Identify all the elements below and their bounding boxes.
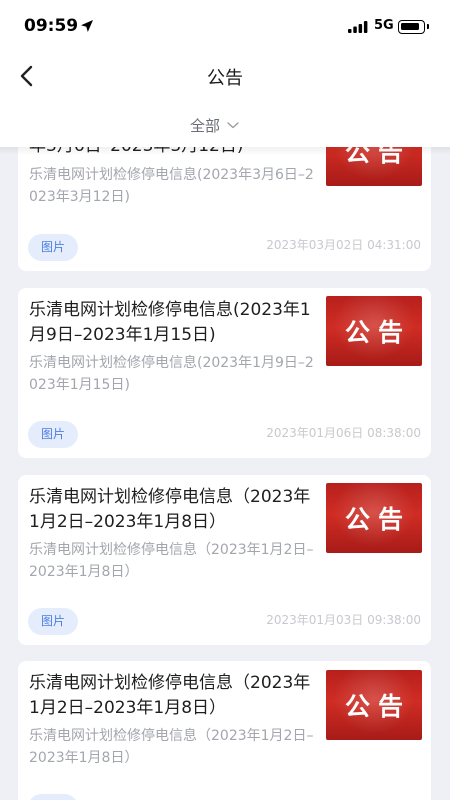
announcement-title: 乐清电网计划检修停电信息（2023年1月2日–2023年1月8日） — [29, 487, 311, 532]
network-type: 5G — [374, 18, 394, 33]
announcement-thumbnail: 公告 — [326, 670, 422, 740]
image-tag: 图片 — [28, 421, 79, 448]
announcement-thumbnail: 公告 — [326, 483, 422, 553]
announcement-description: 乐清电网计划检修停电信息（2023年1月2日–2023年1月8日） — [29, 728, 314, 766]
publish-time: 2023年01月06日 08:38:00 — [266, 426, 421, 440]
thumbnail-text: 公告 — [344, 692, 411, 721]
battery-icon — [398, 20, 429, 34]
announcement-card[interactable]: 乐清电网计划检修停电信息(2023年1月9日–2023年1月15日) 乐清电网计… — [18, 288, 431, 458]
header-shadow — [0, 147, 450, 155]
status-bar: 09:59 5G — [0, 0, 450, 55]
category-filter-dropdown[interactable]: 全部 — [190, 114, 240, 136]
announcement-description: 乐清电网计划检修停电信息(2023年1月9日–2023年1月15日) — [29, 355, 314, 393]
image-tag: 图片 — [28, 234, 79, 261]
announcement-description: 乐清电网计划检修停电信息(2023年3月6日–2023年3月12日) — [29, 167, 314, 205]
filter-label: 全部 — [190, 116, 221, 135]
page-title: 公告 — [207, 68, 243, 89]
top-bar: 09:59 5G 公告 全部 — [0, 0, 450, 147]
announcement-description: 乐清电网计划检修停电信息（2023年1月2日–2023年1月8日） — [29, 542, 314, 580]
thumbnail-text: 公告 — [344, 505, 411, 534]
announcement-card[interactable]: 乐清电网计划检修停电信息（2023年1月2日–2023年1月8日） 乐清电网计划… — [18, 475, 431, 645]
publish-time: 2023年01月03日 09:38:00 — [266, 613, 421, 627]
image-tag: 图片 — [28, 608, 79, 635]
image-tag: 图片 — [28, 794, 79, 800]
location-arrow-icon — [81, 20, 93, 32]
publish-time: 2023年03月02日 04:31:00 — [266, 238, 421, 252]
announcement-title: 乐清电网计划检修停电信息(2023年1月9日–2023年1月15日) — [29, 300, 311, 345]
filter-bar: 全部 — [0, 100, 450, 147]
thumbnail-text: 公告 — [344, 318, 411, 347]
cellular-signal-icon — [348, 21, 368, 33]
announcement-card[interactable]: 乐清电网计划检修停电信息（2023年1月2日–2023年1月8日） 乐清电网计划… — [18, 661, 431, 800]
status-time: 09:59 — [24, 16, 79, 36]
chevron-down-icon — [227, 122, 239, 129]
navigation-bar: 公告 — [0, 55, 450, 100]
announcement-thumbnail: 公告 — [326, 296, 422, 366]
announcement-title: 乐清电网计划检修停电信息（2023年1月2日–2023年1月8日） — [29, 673, 311, 718]
